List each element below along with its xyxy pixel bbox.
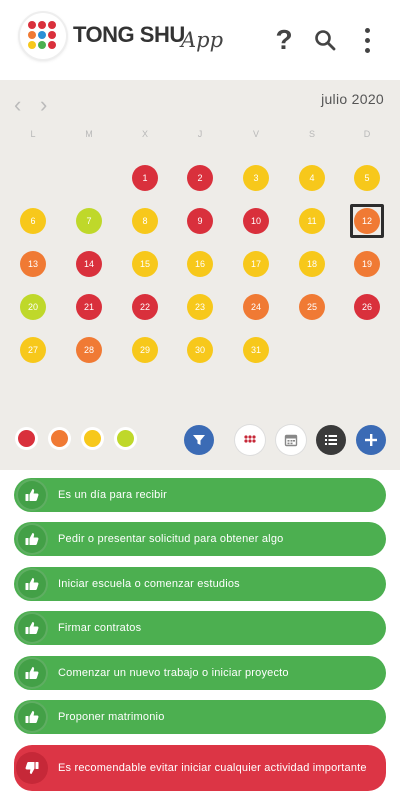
activity-text: Comenzar un nuevo trabajo o iniciar proy… bbox=[58, 667, 289, 679]
calendar-day[interactable]: 16 bbox=[187, 251, 213, 277]
search-icon[interactable] bbox=[310, 22, 340, 58]
calendar-day[interactable]: 7 bbox=[76, 208, 102, 234]
calendar-day[interactable]: 18 bbox=[299, 251, 325, 277]
app-header: TONG SHU App ? bbox=[0, 0, 400, 80]
activity-text: Firmar contratos bbox=[58, 622, 142, 634]
calendar-icon bbox=[284, 433, 298, 447]
favorable-activity-item[interactable]: Proponer matrimonio bbox=[14, 700, 386, 734]
list-icon bbox=[324, 433, 338, 447]
help-icon[interactable]: ? bbox=[270, 22, 298, 58]
grid-view-button[interactable] bbox=[235, 425, 265, 455]
calendar-day[interactable]: 28 bbox=[76, 337, 102, 363]
calendar-day[interactable]: 21 bbox=[76, 294, 102, 320]
activity-text: Es recomendable evitar iniciar cualquier… bbox=[58, 762, 367, 774]
legend-dot[interactable] bbox=[18, 430, 35, 447]
filter-icon bbox=[192, 433, 206, 447]
legend-dot[interactable] bbox=[84, 430, 101, 447]
calendar-day[interactable]: 19 bbox=[354, 251, 380, 277]
logo-dots-icon bbox=[20, 13, 66, 59]
favorable-activity-item[interactable]: Comenzar un nuevo trabajo o iniciar proy… bbox=[14, 656, 386, 690]
filter-button[interactable] bbox=[184, 425, 214, 455]
thumbs-up-icon bbox=[16, 568, 48, 600]
activity-text: Proponer matrimonio bbox=[58, 711, 165, 723]
calendar-day[interactable]: 6 bbox=[20, 208, 46, 234]
thumbs-up-icon bbox=[16, 479, 48, 511]
legend-dot[interactable] bbox=[117, 430, 134, 447]
month-label: julio 2020 bbox=[321, 91, 384, 107]
calendar-day[interactable]: 27 bbox=[20, 337, 46, 363]
weekday-header: S bbox=[308, 129, 315, 139]
calendar-day[interactable]: 3 bbox=[243, 165, 269, 191]
calendar-day[interactable]: 25 bbox=[299, 294, 325, 320]
calendar-day[interactable]: 29 bbox=[132, 337, 158, 363]
calendar-day[interactable]: 4 bbox=[299, 165, 325, 191]
weekday-header: L bbox=[30, 129, 36, 139]
thumbs-up-icon bbox=[16, 523, 48, 555]
prev-month-button[interactable]: ‹ bbox=[14, 92, 21, 118]
favorable-activity-item[interactable]: Pedir o presentar solicitud para obtener… bbox=[14, 522, 386, 556]
app-root: TONG SHU App ? ‹ › julio 2020 LMXJVSD 12… bbox=[0, 0, 400, 800]
calendar-day[interactable]: 22 bbox=[132, 294, 158, 320]
calendar-day[interactable]: 14 bbox=[76, 251, 102, 277]
calendar-day[interactable]: 24 bbox=[243, 294, 269, 320]
unfavorable-activity-item[interactable]: Es recomendable evitar iniciar cualquier… bbox=[14, 745, 386, 791]
calendar-day[interactable]: 11 bbox=[299, 208, 325, 234]
activity-text: Pedir o presentar solicitud para obtener… bbox=[58, 533, 284, 545]
calendar-panel: ‹ › julio 2020 LMXJVSD 1 2 3 4 5 6 7 8 9 10 11 12 13… bbox=[0, 80, 400, 470]
weekday-header: D bbox=[363, 129, 371, 139]
calendar-day[interactable]: 10 bbox=[243, 208, 269, 234]
list-view-button[interactable] bbox=[316, 425, 346, 455]
thumbs-up-icon bbox=[16, 612, 48, 644]
calendar-day[interactable]: 12 bbox=[354, 208, 380, 234]
grid-icon bbox=[243, 433, 257, 447]
thumbs-down-icon bbox=[16, 752, 48, 784]
calendar-day[interactable]: 30 bbox=[187, 337, 213, 363]
app-title-suffix: App bbox=[181, 28, 224, 52]
weekday-header: V bbox=[252, 129, 259, 139]
weekday-header: J bbox=[197, 129, 203, 139]
thumbs-up-icon bbox=[16, 657, 48, 689]
add-button[interactable] bbox=[356, 425, 386, 455]
plus-icon bbox=[364, 433, 378, 447]
calendar-day[interactable]: 2 bbox=[187, 165, 213, 191]
app-title: TONG SHU bbox=[73, 22, 185, 47]
activity-text: Iniciar escuela o comenzar estudios bbox=[58, 578, 240, 590]
thumbs-up-icon bbox=[16, 701, 48, 733]
more-vert-icon[interactable] bbox=[355, 22, 379, 58]
calendar-day[interactable]: 9 bbox=[187, 208, 213, 234]
calendar-view-button[interactable] bbox=[276, 425, 306, 455]
calendar-day[interactable]: 31 bbox=[243, 337, 269, 363]
calendar-day[interactable]: 13 bbox=[20, 251, 46, 277]
calendar-day[interactable]: 17 bbox=[243, 251, 269, 277]
calendar-day[interactable]: 20 bbox=[20, 294, 46, 320]
calendar-day[interactable]: 8 bbox=[132, 208, 158, 234]
calendar-day[interactable]: 5 bbox=[354, 165, 380, 191]
next-month-button[interactable]: › bbox=[40, 92, 47, 118]
favorable-activity-item[interactable]: Iniciar escuela o comenzar estudios bbox=[14, 567, 386, 601]
activity-list: Es un día para recibir Pedir o presentar … bbox=[0, 470, 400, 800]
legend-dot[interactable] bbox=[51, 430, 68, 447]
activity-text: Es un día para recibir bbox=[58, 489, 167, 501]
calendar-day[interactable]: 23 bbox=[187, 294, 213, 320]
calendar-day[interactable]: 1 bbox=[132, 165, 158, 191]
calendar-day[interactable]: 15 bbox=[132, 251, 158, 277]
favorable-activity-item[interactable]: Firmar contratos bbox=[14, 611, 386, 645]
favorable-activity-item[interactable]: Es un día para recibir bbox=[14, 478, 386, 512]
weekday-header: X bbox=[141, 129, 148, 139]
calendar-day[interactable]: 26 bbox=[354, 294, 380, 320]
weekday-header: M bbox=[85, 129, 93, 139]
